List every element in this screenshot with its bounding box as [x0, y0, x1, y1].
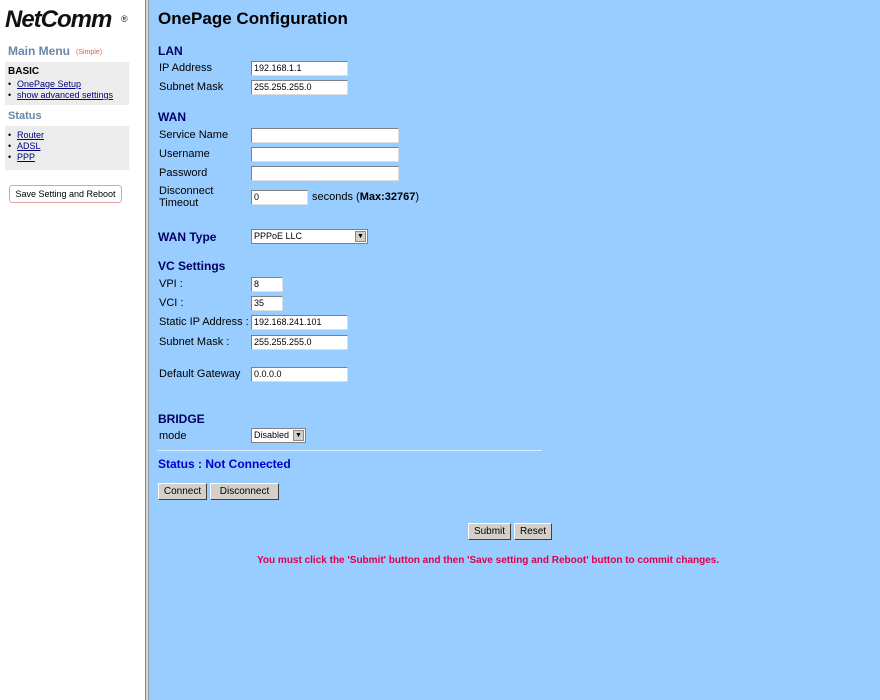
- submit-button[interactable]: Submit: [468, 523, 511, 540]
- static-ip-label: Static IP Address :: [159, 316, 249, 328]
- disconnect-timeout-input[interactable]: 0: [251, 190, 308, 205]
- left-sidebar: NetComm ® Main Menu (Simple) BASIC • OneP…: [0, 0, 145, 700]
- save-and-reboot-button[interactable]: Save Setting and Reboot: [9, 185, 122, 203]
- vpi-input[interactable]: 8: [251, 277, 283, 292]
- username-input[interactable]: [251, 147, 399, 162]
- section-divider: [157, 450, 542, 451]
- registered-mark: ®: [121, 14, 128, 24]
- page-title: OnePage Configuration: [158, 9, 348, 28]
- lan-heading: LAN: [158, 44, 183, 58]
- username-label: Username: [159, 148, 210, 160]
- password-input[interactable]: [251, 166, 399, 181]
- vc-subnet-mask-label: Subnet Mask :: [159, 336, 230, 348]
- netcomm-logo: NetComm ®: [5, 6, 130, 40]
- adsl-link[interactable]: • ADSL: [8, 141, 41, 151]
- dropdown-arrow-icon: ▼: [293, 430, 304, 441]
- password-label: Password: [159, 167, 208, 179]
- show-advanced-settings-link[interactable]: • show advanced settings: [8, 90, 113, 100]
- basic-title: BASIC: [8, 66, 40, 77]
- vc-settings-heading: VC Settings: [158, 259, 226, 273]
- basic-menu-box: BASIC • OnePage Setup • show advanced sett…: [5, 62, 129, 105]
- reset-button[interactable]: Reset: [514, 523, 552, 540]
- connection-status: Status : Not Connected: [158, 457, 291, 471]
- bridge-mode-label: mode: [159, 430, 187, 442]
- lan-subnet-mask-input[interactable]: 255.255.255.0: [251, 80, 348, 95]
- bridge-heading: BRIDGE: [158, 412, 205, 426]
- vpi-label: VPI :: [159, 278, 183, 290]
- timeout-unit-text: seconds (Max:32767): [312, 191, 420, 203]
- main-menu-title: Main Menu: [8, 44, 70, 58]
- wan-heading: WAN: [158, 110, 186, 124]
- logo-text: NetComm: [5, 6, 112, 33]
- disconnect-button[interactable]: Disconnect: [210, 483, 279, 500]
- service-name-label: Service Name: [159, 129, 229, 141]
- vci-input[interactable]: 35: [251, 296, 283, 311]
- wan-type-select[interactable]: PPPoE LLC ▼: [251, 229, 368, 244]
- lan-ip-input[interactable]: 192.168.1.1: [251, 61, 348, 76]
- static-ip-input[interactable]: 192.168.241.101: [251, 315, 348, 330]
- onepage-setup-link[interactable]: • OnePage Setup: [8, 79, 81, 89]
- menu-mode-label: (Simple): [76, 49, 103, 56]
- service-name-input[interactable]: [251, 128, 399, 143]
- disconnect-timeout-label: Disconnect Timeout: [159, 185, 214, 209]
- dropdown-arrow-icon: ▼: [355, 231, 366, 242]
- wan-type-label: WAN Type: [158, 230, 217, 244]
- vc-subnet-mask-input[interactable]: 255.255.255.0: [251, 335, 348, 350]
- connect-button[interactable]: Connect: [158, 483, 207, 500]
- bridge-mode-select[interactable]: Disabled ▼: [251, 428, 306, 443]
- main-panel: OnePage Configuration LAN IP Address 192…: [149, 0, 880, 700]
- lan-mask-label: Subnet Mask: [159, 81, 224, 93]
- commit-notice: You must click the 'Submit' button and t…: [257, 555, 720, 566]
- ppp-link[interactable]: • PPP: [8, 152, 35, 162]
- status-menu-box: • Router • ADSL • PPP: [5, 126, 129, 170]
- lan-ip-label: IP Address: [159, 62, 212, 74]
- router-link[interactable]: • Router: [8, 130, 44, 140]
- default-gateway-input[interactable]: 0.0.0.0: [251, 367, 348, 382]
- default-gateway-label: Default Gateway: [159, 368, 241, 380]
- status-menu-title: Status: [8, 110, 42, 122]
- vci-label: VCI :: [159, 297, 184, 309]
